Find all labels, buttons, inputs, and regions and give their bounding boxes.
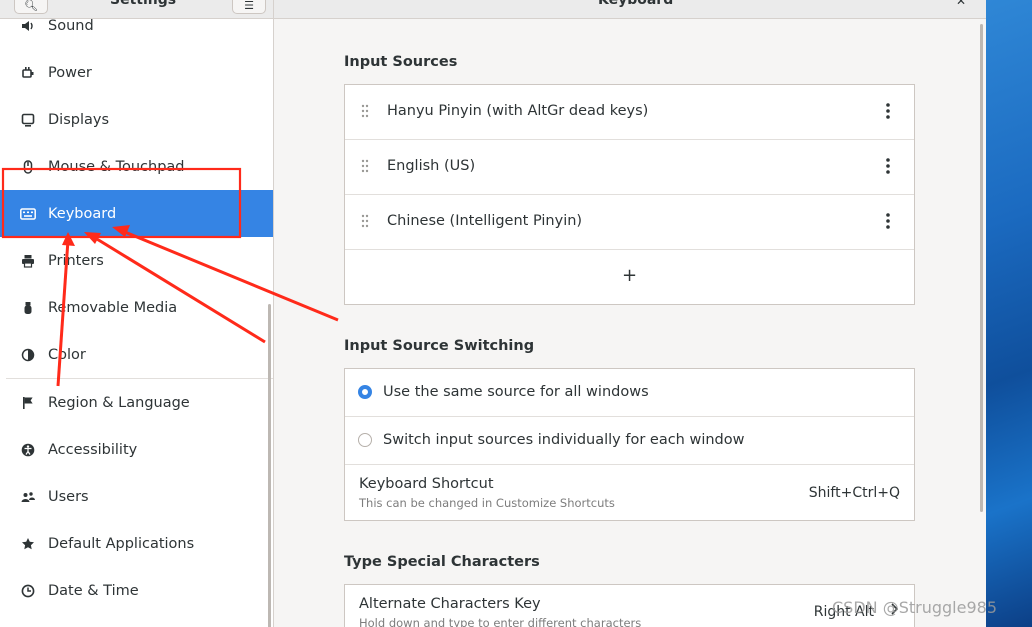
sidebar-item-keyboard[interactable]: Keyboard: [0, 190, 273, 237]
keyboard-panel: Input Sources Hanyu Pinyin (with AltGr d…: [274, 19, 986, 627]
sidebar-scrollbar[interactable]: [268, 304, 271, 627]
radio-row-same-source[interactable]: Use the same source for all windows: [345, 369, 914, 417]
sidebar-item-label: Color: [48, 346, 86, 363]
sidebar-item-label: Displays: [48, 111, 110, 128]
sidebar-item-removable-media[interactable]: Removable Media: [0, 284, 273, 331]
sidebar-item-label: Region & Language: [48, 394, 190, 411]
sidebar-item-color[interactable]: Color: [0, 331, 273, 378]
sidebar-item-region[interactable]: Region & Language: [0, 379, 273, 426]
radio-label: Switch input sources individually for ea…: [383, 432, 745, 448]
sidebar-item-label: Keyboard: [48, 205, 117, 222]
sidebar-item-label: Mouse & Touchpad: [48, 158, 185, 175]
close-button[interactable]: ✕: [956, 0, 966, 8]
sidebar: Sound Power Displays Mouse & Touchpad Ke…: [0, 18, 274, 627]
settings-window: 🔍︎ Settings ☰ Keyboard ✕ Sound Power Dis…: [0, 0, 986, 627]
close-icon: ✕: [956, 0, 967, 8]
keyboard-shortcut-row[interactable]: Keyboard Shortcut This can be changed in…: [345, 465, 914, 520]
desktop-wallpaper: [986, 0, 1032, 627]
drag-handle-icon[interactable]: [361, 159, 369, 177]
sidebar-item-label: Users: [48, 488, 89, 505]
sidebar-item-users[interactable]: Users: [0, 473, 273, 520]
radio-row-individual[interactable]: Switch input sources individually for ea…: [345, 417, 914, 465]
input-source-row[interactable]: Hanyu Pinyin (with AltGr dead keys): [345, 85, 914, 140]
speaker-icon: [20, 18, 36, 34]
sidebar-item-power[interactable]: Power: [0, 49, 273, 96]
sidebar-item-label: Power: [48, 64, 92, 81]
main-scrollbar[interactable]: [980, 24, 983, 512]
alternate-key-title: Alternate Characters Key: [359, 596, 541, 612]
input-source-label: Hanyu Pinyin (with AltGr dead keys): [387, 103, 649, 119]
alternate-key-subtitle: Hold down and type to enter different ch…: [359, 616, 642, 627]
mouse-icon: [20, 159, 36, 175]
input-source-row[interactable]: English (US): [345, 140, 914, 195]
input-switching-list: Use the same source for all windows Swit…: [344, 368, 915, 521]
usb-icon: [20, 300, 36, 316]
sidebar-item-date-time[interactable]: Date & Time: [0, 567, 273, 614]
power-icon: [20, 65, 36, 81]
drag-handle-icon[interactable]: [361, 214, 369, 232]
sidebar-item-label: Default Applications: [48, 535, 195, 552]
add-input-source-button[interactable]: +: [345, 250, 914, 304]
special-chars-heading: Type Special Characters: [344, 554, 540, 570]
page-title: Keyboard: [598, 0, 674, 8]
sidebar-item-label: Accessibility: [48, 441, 138, 458]
more-options-icon[interactable]: [885, 103, 891, 123]
color-icon: [20, 347, 36, 363]
keyboard-shortcut-subtitle: This can be changed in Customize Shortcu…: [359, 496, 615, 510]
sidebar-item-printers[interactable]: Printers: [0, 237, 273, 284]
special-chars-list: Alternate Characters Key Hold down and t…: [344, 584, 915, 627]
display-icon: [20, 112, 36, 128]
sidebar-item-label: Removable Media: [48, 299, 178, 316]
keyboard-shortcut-value: Shift+Ctrl+Q: [808, 485, 900, 501]
sidebar-item-label: Date & Time: [48, 582, 139, 599]
input-source-label: English (US): [387, 158, 476, 174]
star-icon: [20, 536, 36, 552]
header-separator: [273, 0, 274, 18]
sidebar-item-default-apps[interactable]: Default Applications: [0, 520, 273, 567]
accessibility-icon: [20, 442, 36, 458]
input-source-label: Chinese (Intelligent Pinyin): [387, 213, 583, 229]
clock-icon: [20, 583, 36, 599]
printer-icon: [20, 253, 36, 269]
radio-label: Use the same source for all windows: [383, 384, 649, 400]
users-icon: [20, 489, 36, 505]
add-icon: +: [621, 265, 638, 286]
input-source-row[interactable]: Chinese (Intelligent Pinyin): [345, 195, 914, 250]
alternate-key-row[interactable]: Alternate Characters Key Hold down and t…: [345, 585, 914, 627]
input-sources-heading: Input Sources: [344, 54, 458, 70]
watermark: CSDN @Struggle985: [832, 598, 997, 617]
radio-same-source[interactable]: [358, 385, 372, 399]
more-options-icon[interactable]: [885, 158, 891, 178]
keyboard-icon: [20, 206, 36, 222]
sidebar-item-sound[interactable]: Sound: [0, 2, 273, 49]
sidebar-item-label: Sound: [48, 17, 94, 34]
sidebar-item-accessibility[interactable]: Accessibility: [0, 426, 273, 473]
sidebar-item-displays[interactable]: Displays: [0, 96, 273, 143]
input-sources-list: Hanyu Pinyin (with AltGr dead keys) Engl…: [344, 84, 915, 305]
drag-handle-icon[interactable]: [361, 104, 369, 122]
radio-individual[interactable]: [358, 433, 372, 447]
keyboard-shortcut-title: Keyboard Shortcut: [359, 476, 494, 492]
input-switching-heading: Input Source Switching: [344, 338, 535, 354]
sidebar-item-mouse[interactable]: Mouse & Touchpad: [0, 143, 273, 190]
more-options-icon[interactable]: [885, 213, 891, 233]
flag-icon: [20, 395, 36, 411]
sidebar-item-label: Printers: [48, 252, 104, 269]
